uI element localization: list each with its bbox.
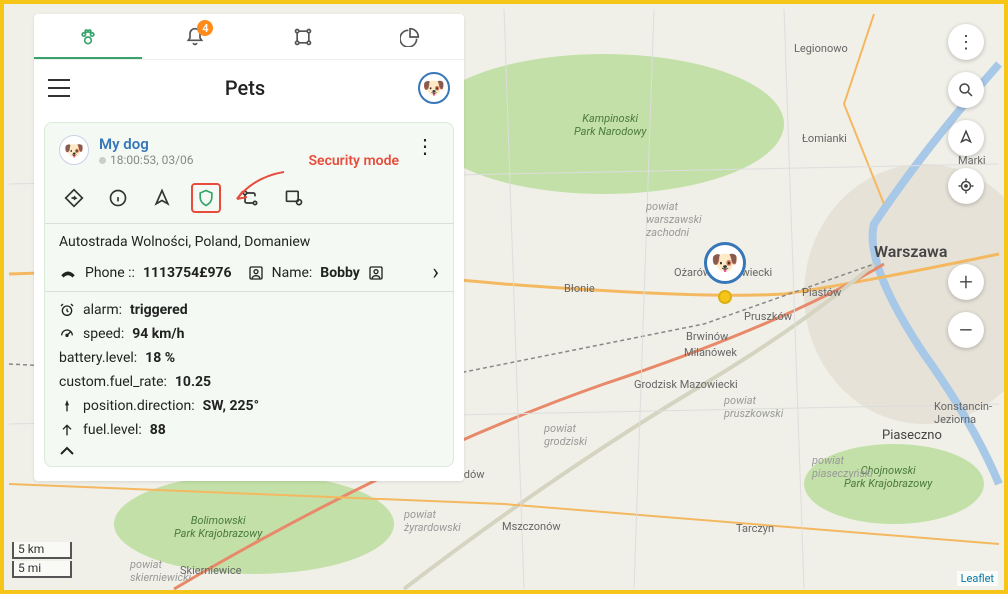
name-label: Name: — [272, 265, 313, 281]
map-more-button[interactable]: ⋮ — [948, 24, 984, 60]
stat-fuel-level: fuel.level: 88 — [59, 422, 439, 438]
direction-icon — [59, 398, 75, 414]
security-mode-button[interactable] — [191, 183, 221, 213]
fuel-rate-value: 10.25 — [175, 374, 211, 390]
panel-header: Pets 🐶 — [34, 60, 464, 116]
card-header: 🐶 My dog 18:00:53, 03/06 ⋮ Security mode — [59, 135, 439, 167]
annotation-arrow — [229, 167, 289, 207]
map-attribution[interactable]: Leaflet — [957, 571, 998, 586]
tab-notifications[interactable]: 4 — [142, 14, 250, 59]
scale-km: 5 km — [12, 542, 72, 559]
divider — [45, 223, 453, 224]
name-value: Bobby — [320, 265, 360, 281]
zoom-in-button[interactable]: + — [948, 264, 984, 300]
fuel-rate-label: custom.fuel_rate: — [59, 374, 167, 390]
phone-value: 1113754£976 — [143, 265, 232, 281]
direction-label: position.direction: — [83, 398, 195, 414]
info-row-contact: Phone :: 1113754£976 Name: Bobby › — [59, 260, 439, 285]
phone-label: Phone :: — [85, 265, 135, 281]
pet-name: My dog — [99, 135, 194, 153]
pet-address: Autostrada Wolności, Poland, Domaniew — [59, 234, 439, 250]
map-locate-button[interactable] — [948, 168, 984, 204]
pie-chart-icon — [400, 27, 420, 47]
directions-button[interactable] — [59, 183, 89, 213]
map-controls-top: ⋮ — [948, 24, 984, 204]
stat-speed: speed: 94 km/h — [59, 326, 439, 342]
divider — [45, 291, 453, 292]
contact-icon-2 — [368, 265, 384, 281]
stat-battery: battery.level: 18 % — [59, 350, 439, 366]
dog-icon: 🐶 — [704, 242, 746, 284]
notification-badge: 4 — [197, 20, 213, 36]
app-frame: Warszawa Piaseczno Pruszków Piastów Brwi… — [0, 0, 1008, 594]
arrow-up-icon — [59, 422, 75, 438]
zoom-out-button[interactable]: − — [948, 312, 984, 348]
tab-geofences[interactable] — [249, 14, 357, 59]
side-panel: 4 Pets 🐶 🐶 My — [34, 14, 464, 481]
collapse-button[interactable] — [59, 446, 439, 456]
pet-card: 🐶 My dog 18:00:53, 03/06 ⋮ Security mode — [44, 122, 454, 467]
map-orientation-button[interactable] — [948, 120, 984, 156]
alarm-label: alarm: — [83, 302, 122, 318]
stat-fuel-rate: custom.fuel_rate: 10.25 — [59, 374, 439, 390]
expand-contact-button[interactable]: › — [432, 260, 439, 285]
phone-icon — [59, 266, 77, 280]
alarm-icon — [59, 302, 75, 318]
stat-alarm: alarm: triggered — [59, 302, 439, 318]
annotation-security-mode: Security mode — [308, 153, 399, 169]
speed-value: 94 km/h — [132, 326, 184, 342]
pet-avatar: 🐶 — [59, 135, 89, 165]
polygon-icon — [293, 27, 313, 47]
marker-dot — [718, 290, 732, 304]
tab-pets[interactable] — [34, 14, 142, 59]
battery-value: 18 % — [145, 350, 175, 366]
battery-label: battery.level: — [59, 350, 137, 366]
more-options-button[interactable]: ⋮ — [411, 135, 439, 157]
panel-title: Pets — [72, 76, 418, 100]
direction-value: SW, 225° — [203, 398, 259, 414]
navigate-button[interactable] — [147, 183, 177, 213]
map-zoom-controls: + − — [948, 264, 984, 348]
paw-icon — [78, 27, 98, 47]
menu-button[interactable] — [48, 79, 72, 97]
speed-label: speed: — [83, 326, 124, 342]
fuel-level-value: 88 — [150, 422, 166, 438]
map-search-button[interactable] — [948, 72, 984, 108]
tab-bar: 4 — [34, 14, 464, 60]
map-scale: 5 km 5 mi — [12, 542, 72, 580]
info-button[interactable] — [103, 183, 133, 213]
user-avatar[interactable]: 🐶 — [418, 72, 450, 104]
fuel-level-label: fuel.level: — [83, 422, 142, 438]
stat-direction: position.direction: SW, 225° — [59, 398, 439, 414]
speed-icon — [59, 326, 75, 342]
scale-mi: 5 mi — [12, 561, 72, 578]
pet-timestamp: 18:00:53, 03/06 — [99, 153, 194, 167]
tab-reports[interactable] — [357, 14, 465, 59]
contact-icon — [248, 265, 264, 281]
pet-map-marker[interactable]: 🐶 — [704, 242, 746, 304]
alarm-value: triggered — [130, 302, 188, 318]
